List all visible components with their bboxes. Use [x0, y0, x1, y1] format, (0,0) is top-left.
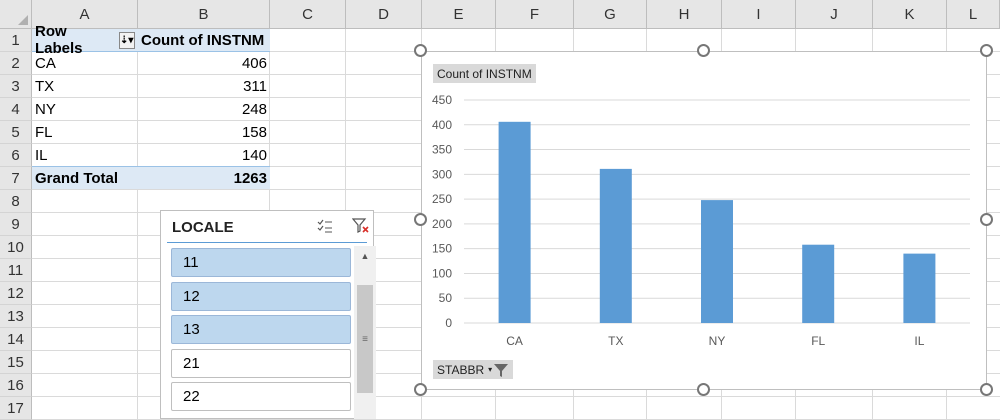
pivot-row-value[interactable]: 158 [138, 121, 270, 144]
clear-filter-icon[interactable] [352, 217, 370, 235]
pivot-row-label[interactable]: CA [32, 52, 138, 75]
x-tick-label: IL [914, 334, 924, 348]
slicer-divider [167, 242, 367, 243]
column-header-j[interactable]: J [796, 0, 873, 29]
row-header-11[interactable]: 11 [0, 259, 32, 282]
scroll-thumb[interactable]: ≡ [357, 285, 373, 393]
x-tick-label: CA [506, 334, 523, 348]
pivot-value-header[interactable]: Count of INSTNM [138, 29, 270, 52]
row-header-16[interactable]: 16 [0, 374, 32, 397]
y-tick-label: 250 [432, 192, 452, 206]
row-labels-filter-button[interactable]: ⇣▾ [118, 31, 135, 49]
row-header-8[interactable]: 8 [0, 190, 32, 213]
row-header-5[interactable]: 5 [0, 121, 32, 144]
slicer-scrollbar[interactable]: ▲ ≡ [354, 246, 376, 419]
column-header-l[interactable]: L [947, 0, 1000, 29]
chart-resize-handle[interactable] [980, 44, 993, 57]
chart-resize-handle[interactable] [980, 213, 993, 226]
y-tick-label: 150 [432, 242, 452, 256]
chart-resize-handle[interactable] [980, 383, 993, 396]
chart-plot-area: 0 50 100 150 200 250 300 350 400 450 CA TX NY FL IL [432, 93, 970, 348]
pivot-row-label[interactable]: FL [32, 121, 138, 144]
pivot-grand-total-value[interactable]: 1263 [138, 166, 270, 189]
slicer-item-22[interactable]: 22 [171, 382, 351, 411]
axis-field-label: STABBR [437, 362, 485, 377]
row-header-6[interactable]: 6 [0, 144, 32, 167]
pivot-chart[interactable]: Count of INSTNM 0 50 100 150 200 250 300 350 400… [421, 51, 987, 390]
x-tick-label: FL [811, 334, 825, 348]
pivot-grand-total-label[interactable]: Grand Total [32, 166, 138, 189]
pivot-row-value[interactable]: 140 [138, 144, 270, 167]
row-header-10[interactable]: 10 [0, 236, 32, 259]
row-header-14[interactable]: 14 [0, 328, 32, 351]
column-header-k[interactable]: K [873, 0, 947, 29]
slicer-item-13[interactable]: 13 [171, 315, 351, 344]
slicer-item-11[interactable]: 11 [171, 248, 351, 277]
column-header-i[interactable]: I [722, 0, 796, 29]
row-header-4[interactable]: 4 [0, 98, 32, 121]
pivot-row-label[interactable]: IL [32, 144, 138, 167]
y-tick-label: 400 [432, 118, 452, 132]
bar-il[interactable] [903, 253, 936, 323]
bar-ca[interactable] [498, 121, 531, 323]
column-header-c[interactable]: C [270, 0, 346, 29]
row-header-2[interactable]: 2 [0, 52, 32, 75]
y-tick-label: 200 [432, 217, 452, 231]
pivot-row-value[interactable]: 406 [138, 52, 270, 75]
chart-resize-handle[interactable] [414, 383, 427, 396]
chart-resize-handle[interactable] [697, 383, 710, 396]
pivot-row-labels-header[interactable]: Row Labels ⇣▾ [32, 23, 138, 57]
slicer-title: LOCALE [172, 219, 234, 236]
row-header-9[interactable]: 9 [0, 213, 32, 236]
multi-select-icon[interactable] [316, 217, 334, 235]
grip-icon: ≡ [362, 333, 368, 345]
pivot-row-label[interactable]: NY [32, 98, 138, 121]
select-all-corner[interactable] [0, 0, 32, 29]
row-header-3[interactable]: 3 [0, 75, 32, 98]
bar-ny[interactable] [701, 200, 733, 323]
pivot-row-value[interactable]: 311 [138, 75, 270, 98]
filter-funnel-icon [494, 363, 509, 377]
slicer-item-12[interactable]: 12 [171, 281, 351, 311]
chart-axis-field-button[interactable]: STABBR ▾ [433, 360, 514, 379]
chart-resize-handle[interactable] [697, 44, 710, 57]
y-tick-label: 450 [432, 93, 452, 107]
slicer-item-21[interactable]: 21 [171, 348, 351, 378]
y-tick-label: 300 [432, 167, 452, 181]
dropdown-arrow-icon: ▾ [488, 365, 493, 374]
y-tick-label: 0 [445, 316, 452, 330]
column-header-d[interactable]: D [346, 0, 422, 29]
y-tick-label: 100 [432, 266, 452, 280]
column-header-f[interactable]: F [496, 0, 574, 29]
y-tick-label: 50 [439, 291, 453, 305]
sort-filter-icon: ⇣▾ [120, 34, 134, 46]
row-header-12[interactable]: 12 [0, 282, 32, 305]
column-header-g[interactable]: G [574, 0, 647, 29]
row-header-1[interactable]: 1 [0, 29, 32, 52]
bar-fl[interactable] [802, 244, 835, 323]
row-header-13[interactable]: 13 [0, 305, 32, 328]
locale-slicer[interactable]: LOCALE 11 12 13 21 22 [160, 210, 374, 419]
row-header-7[interactable]: 7 [0, 167, 32, 190]
x-tick-label: NY [709, 334, 726, 348]
y-tick-label: 350 [432, 143, 452, 157]
column-header-e[interactable]: E [422, 0, 496, 29]
column-header-b[interactable]: B [138, 0, 270, 29]
x-tick-label: TX [608, 334, 623, 348]
pivot-row-value[interactable]: 248 [138, 98, 270, 121]
row-header-17[interactable]: 17 [0, 397, 32, 420]
pivot-row-label[interactable]: TX [32, 75, 138, 98]
spreadsheet: ABCDEFGHIJKL 1 2 3 4 5 6 7 8 9 10 11 12 13 14 15 16 17 R… [0, 0, 1000, 420]
scroll-up-arrow-icon[interactable]: ▲ [354, 246, 376, 266]
chart-resize-handle[interactable] [414, 213, 427, 226]
row-header-15[interactable]: 15 [0, 351, 32, 374]
column-header-h[interactable]: H [647, 0, 722, 29]
bar-tx[interactable] [599, 168, 632, 323]
chart-resize-handle[interactable] [414, 44, 427, 57]
